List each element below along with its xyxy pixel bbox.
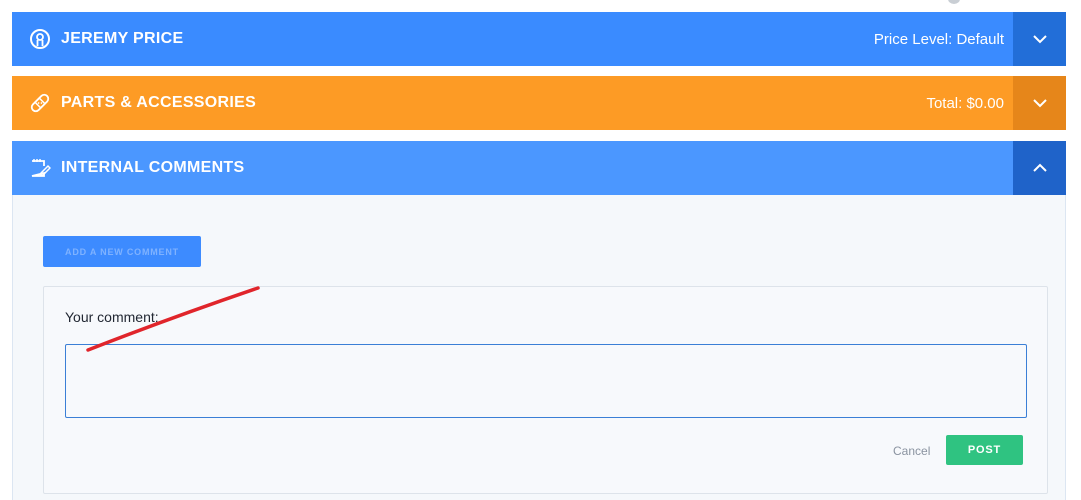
comment-textarea[interactable] <box>65 344 1027 418</box>
partial-circle-icon <box>948 0 960 4</box>
customer-panel-toggle[interactable] <box>1013 12 1066 66</box>
add-comment-button[interactable]: ADD A NEW COMMENT <box>43 236 201 267</box>
customer-name: JEREMY PRICE <box>61 30 184 47</box>
chevron-down-icon <box>1032 99 1047 108</box>
comments-title: INTERNAL COMMENTS <box>61 159 245 176</box>
chevron-up-icon <box>1032 163 1047 172</box>
post-button[interactable]: POST <box>946 435 1023 465</box>
comments-panel-body: ADD A NEW COMMENT Your comment: Cancel P… <box>12 195 1066 500</box>
parts-total: Total: $0.00 <box>926 94 1004 112</box>
parts-panel-toggle[interactable] <box>1013 76 1066 130</box>
price-level: Price Level: Default <box>873 30 1004 48</box>
comments-panel-header[interactable]: INTERNAL COMMENTS <box>12 141 1066 195</box>
comment-form: Your comment: Cancel POST <box>43 286 1048 494</box>
comments-panel-toggle[interactable] <box>1013 141 1066 195</box>
bandage-icon <box>29 92 51 114</box>
cancel-button[interactable]: Cancel <box>893 444 930 458</box>
chevron-down-icon <box>1032 35 1047 44</box>
parts-title: PARTS & ACCESSORIES <box>61 94 257 111</box>
user-circle-icon <box>29 28 51 50</box>
comment-label: Your comment: <box>65 309 159 325</box>
customer-panel-header[interactable]: JEREMY PRICE Price Level: Default <box>12 12 1066 66</box>
notepad-pen-icon <box>29 157 51 179</box>
parts-panel-header[interactable]: PARTS & ACCESSORIES Total: $0.00 <box>12 76 1066 130</box>
